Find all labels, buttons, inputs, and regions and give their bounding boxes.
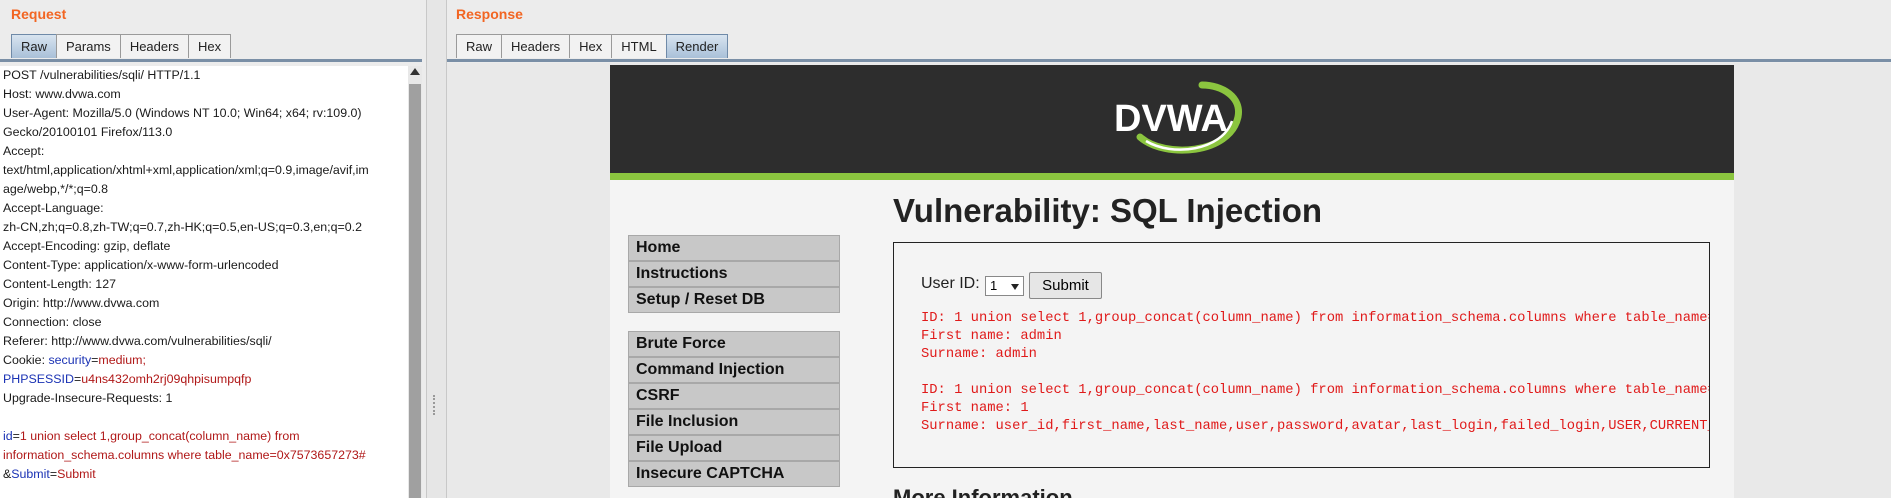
request-tabs: Raw Params Headers Hex bbox=[11, 34, 232, 60]
body-id-line: id=1 union select 1,group_concat(column_… bbox=[3, 429, 300, 443]
cookie-line: Cookie: security=medium; bbox=[3, 353, 146, 367]
menu-file-upload[interactable]: File Upload bbox=[628, 435, 840, 461]
request-line: Origin: http://www.dvwa.com bbox=[3, 296, 160, 310]
user-id-select[interactable]: 1 bbox=[985, 276, 1024, 296]
chevron-down-icon bbox=[1011, 284, 1019, 290]
menu-csrf[interactable]: CSRF bbox=[628, 383, 840, 409]
request-line: Referer: http://www.dvwa.com/vulnerabili… bbox=[3, 334, 272, 348]
pane-splitter[interactable] bbox=[426, 0, 447, 498]
menu-brute-force[interactable]: Brute Force bbox=[628, 331, 840, 357]
request-line: Content-Type: application/x-www-form-url… bbox=[3, 258, 279, 272]
more-information-heading: More Information bbox=[893, 485, 1073, 498]
request-line: Gecko/20100101 Firefox/113.0 bbox=[3, 125, 173, 139]
cookie-phpsessid-value: u4ns432omh2rj09qhpisumpqfp bbox=[81, 372, 252, 386]
menu-command-injection[interactable]: Command Injection bbox=[628, 357, 840, 383]
response-title: Response bbox=[456, 6, 523, 22]
cookie-phpsessid-name: PHPSESSID bbox=[3, 372, 74, 386]
body-id-line-cont: information_schema.columns where table_n… bbox=[3, 446, 366, 465]
request-line: User-Agent: Mozilla/5.0 (Windows NT 10.0… bbox=[3, 106, 362, 120]
request-line: zh-CN,zh;q=0.8,zh-TW;q=0.7,zh-HK;q=0.5,e… bbox=[3, 220, 362, 234]
response-tab-raw[interactable]: Raw bbox=[456, 34, 503, 58]
user-id-label: User ID: bbox=[921, 275, 980, 292]
splitter-grip-icon[interactable] bbox=[433, 395, 442, 415]
menu-setup-reset-db[interactable]: Setup / Reset DB bbox=[628, 287, 840, 313]
submit-button[interactable]: Submit bbox=[1029, 272, 1102, 299]
body-id-value: 1 union select 1,group_concat(column_nam… bbox=[19, 429, 300, 443]
request-line: Accept-Language: bbox=[3, 201, 104, 215]
request-line: Connection: close bbox=[3, 315, 102, 329]
body-submit-line: &Submit=Submit bbox=[3, 467, 96, 481]
response-tab-headers[interactable]: Headers bbox=[501, 34, 571, 58]
cookie-session-line: PHPSESSID=u4ns432omh2rj09qhpisumpqfp bbox=[3, 372, 252, 386]
body-submit-value: Submit bbox=[57, 467, 96, 481]
request-line: age/webp,*/*;q=0.8 bbox=[3, 182, 109, 196]
request-tab-params[interactable]: Params bbox=[56, 34, 121, 58]
request-line: Accept-Encoding: gzip, deflate bbox=[3, 239, 171, 253]
body-submit-name: Submit bbox=[11, 467, 50, 481]
result-first-name: First name: 1 bbox=[921, 401, 1029, 416]
request-line: text/html,application/xhtml+xml,applicat… bbox=[3, 163, 369, 177]
request-line: Host: www.dvwa.com bbox=[3, 87, 121, 101]
result-surname: Surname: user_id,first_name,last_name,us… bbox=[921, 419, 1709, 434]
result-surname: Surname: admin bbox=[921, 347, 1037, 362]
request-title: Request bbox=[11, 6, 67, 22]
response-tabs: Raw Headers Hex HTML Render bbox=[456, 34, 729, 60]
cookie-security-value: medium; bbox=[98, 353, 146, 367]
request-line: POST /vulnerabilities/sqli/ HTTP/1.1 bbox=[3, 68, 201, 82]
request-editor[interactable]: POST /vulnerabilities/sqli/ HTTP/1.1 Hos… bbox=[0, 66, 408, 498]
dvwa-logo-text: DVWA bbox=[1114, 98, 1228, 140]
request-line: Content-Length: 127 bbox=[3, 277, 116, 291]
cookie-label: Cookie: bbox=[3, 353, 46, 367]
response-tab-html[interactable]: HTML bbox=[611, 34, 667, 58]
cookie-security-name: security bbox=[48, 353, 92, 367]
menu-instructions[interactable]: Instructions bbox=[628, 261, 840, 287]
page-title: Vulnerability: SQL Injection bbox=[893, 192, 1323, 229]
user-id-selected-value: 1 bbox=[990, 278, 998, 293]
dvwa-logo: DVWA bbox=[1114, 81, 1242, 154]
dvwa-page: DVWA Home Instructions Setup / Reset DB … bbox=[610, 65, 1734, 498]
menu-insecure-captcha[interactable]: Insecure CAPTCHA bbox=[628, 461, 840, 487]
menu-file-inclusion[interactable]: File Inclusion bbox=[628, 409, 840, 435]
request-line: Upgrade-Insecure-Requests: 1 bbox=[3, 391, 173, 405]
request-tab-hex[interactable]: Hex bbox=[187, 34, 232, 58]
render-view: DVWA Home Instructions Setup / Reset DB … bbox=[447, 63, 1891, 498]
request-tab-underline bbox=[0, 59, 422, 62]
body-id-name: id bbox=[3, 429, 13, 443]
result-id-line: ID: 1 union select 1,group_concat(column… bbox=[921, 311, 1709, 326]
response-tab-render[interactable]: Render bbox=[665, 34, 729, 58]
body-id-value-cont: information_schema.columns where table_n… bbox=[3, 448, 366, 462]
request-tab-raw[interactable]: Raw bbox=[11, 34, 58, 58]
sqli-form-box: User ID: 1 Submit ID: 1 union select 1,g… bbox=[893, 242, 1710, 468]
response-tab-hex[interactable]: Hex bbox=[569, 34, 613, 58]
scroll-up-arrow-icon[interactable] bbox=[410, 68, 420, 75]
scroll-thumb[interactable] bbox=[409, 84, 421, 498]
request-tab-headers[interactable]: Headers bbox=[119, 34, 189, 58]
result-first-name: First name: admin bbox=[921, 329, 1062, 344]
request-line: Accept: bbox=[3, 144, 45, 158]
dvwa-header: DVWA bbox=[610, 65, 1734, 180]
result-id-line: ID: 1 union select 1,group_concat(column… bbox=[921, 383, 1709, 398]
request-scrollbar[interactable] bbox=[408, 66, 422, 498]
response-tab-underline bbox=[447, 59, 1891, 62]
menu-home[interactable]: Home bbox=[628, 235, 840, 261]
